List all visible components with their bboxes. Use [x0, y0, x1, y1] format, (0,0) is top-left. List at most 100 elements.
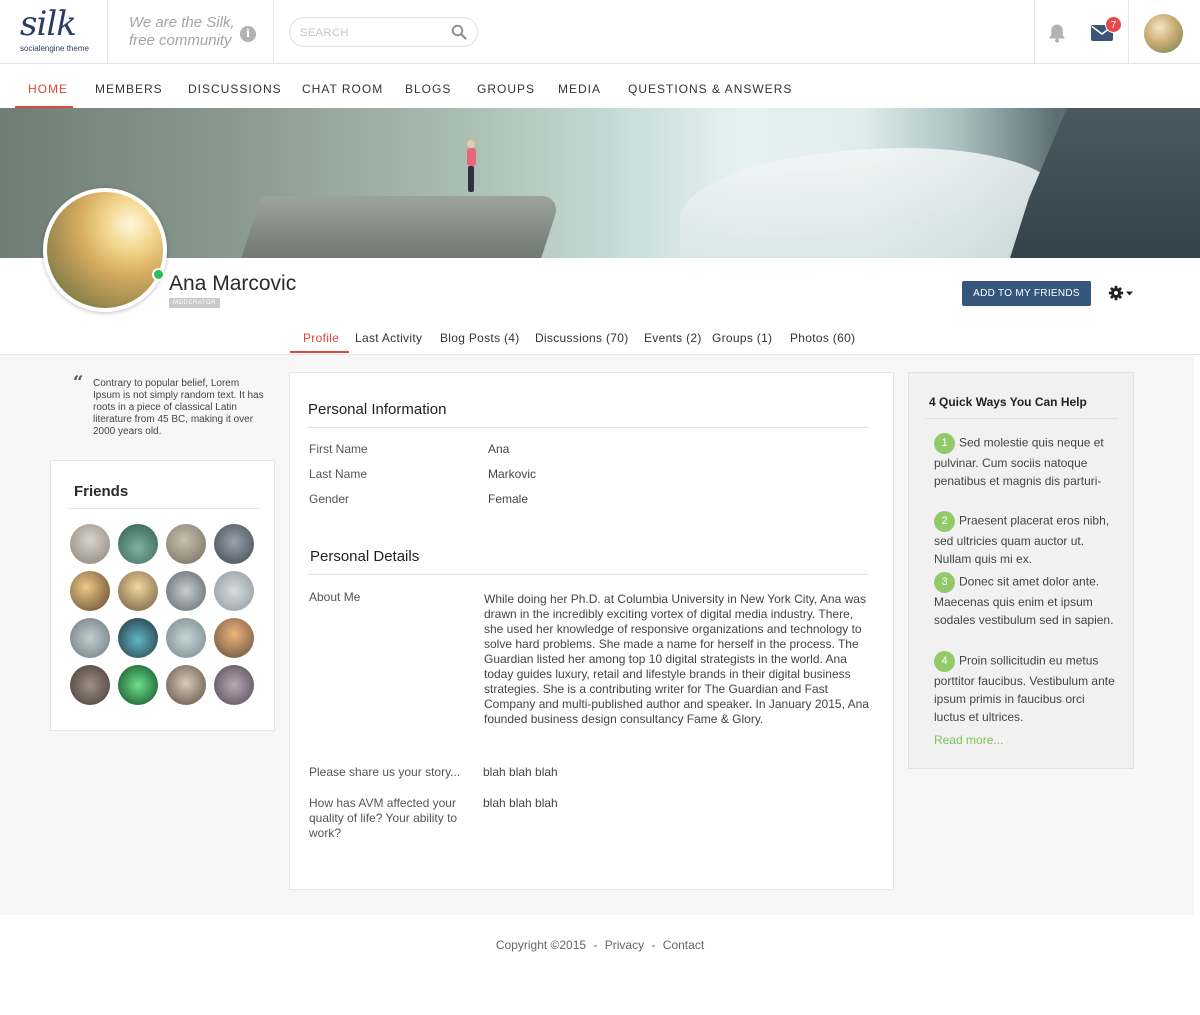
friend-avatar[interactable]	[166, 665, 206, 705]
nav-discussions[interactable]: DISCUSSIONS	[188, 82, 282, 96]
moderator-badge: MODERATOR	[169, 298, 220, 308]
gender-label: Gender	[309, 492, 350, 506]
tab-groups[interactable]: Groups (1)	[712, 331, 772, 345]
cover-person-torso	[467, 148, 476, 166]
footer-separator: -	[593, 938, 598, 952]
search-icon[interactable]	[451, 24, 467, 40]
search-input[interactable]	[300, 24, 445, 42]
profile-quote: Contrary to popular belief, Lorem Ipsum …	[93, 378, 264, 437]
mail-count-badge[interactable]: 7	[1105, 16, 1122, 33]
friend-avatar[interactable]	[214, 618, 254, 658]
help-item-text: Praesent placerat eros nibh, sed ultrici…	[934, 513, 1110, 566]
profile-name: Ana Marcovic	[169, 272, 297, 295]
avm-label: How has AVM affected your quality of lif…	[309, 796, 458, 840]
friend-avatar[interactable]	[118, 524, 158, 564]
friend-avatar[interactable]	[166, 618, 206, 658]
cover-person-legs	[468, 166, 474, 192]
info-icon[interactable]: i	[240, 26, 256, 42]
tab-profile[interactable]: Profile	[303, 331, 339, 345]
about-me-label: About Me	[309, 590, 361, 604]
tab-photos[interactable]: Photos (60)	[790, 331, 855, 345]
nav-home[interactable]: HOME	[28, 82, 68, 96]
friends-widget: Friends	[50, 460, 275, 731]
nav-groups[interactable]: GROUPS	[477, 82, 535, 96]
last-name-label: Last Name	[309, 467, 368, 481]
cover-mountain	[1010, 108, 1200, 258]
tab-discussions[interactable]: Discussions (70)	[535, 331, 629, 345]
top-header: silk socialengine theme We are the Silk,…	[0, 0, 1200, 64]
friend-avatar[interactable]	[118, 618, 158, 658]
nav-media[interactable]: MEDIA	[558, 82, 601, 96]
tab-blog-posts[interactable]: Blog Posts (4)	[440, 331, 520, 345]
main-navigation: HOME MEMBERS DISCUSSIONS CHAT ROOM BLOGS…	[0, 64, 1200, 108]
user-avatar[interactable]	[1144, 14, 1183, 53]
help-item: 4 Proin sollicitudin eu metus porttitor f…	[934, 651, 1119, 726]
add-friend-button[interactable]: ADD TO MY FRIENDS	[962, 281, 1091, 306]
privacy-link[interactable]: Privacy	[605, 938, 644, 952]
nav-questions-answers[interactable]: QUESTIONS & ANSWERS	[628, 82, 792, 96]
about-me-text: While doing her Ph.D. at Columbia Univer…	[484, 592, 869, 726]
cover-photo	[0, 108, 1200, 258]
friend-avatar[interactable]	[118, 665, 158, 705]
site-logo[interactable]: silk socialengine theme	[0, 0, 108, 64]
friends-title: Friends	[74, 483, 129, 500]
contact-link[interactable]: Contact	[663, 938, 704, 952]
footer-separator: -	[651, 938, 656, 952]
search-bar[interactable]	[289, 17, 478, 47]
copyright-text: Copyright ©2015	[495, 938, 587, 952]
friend-avatar[interactable]	[70, 571, 110, 611]
story-value: blah blah blah	[483, 765, 558, 779]
logo-wordmark: silk	[20, 4, 77, 44]
tab-last-activity[interactable]: Last Activity	[355, 331, 422, 345]
read-more-link[interactable]: Read more...	[934, 733, 1003, 747]
logo-subtitle: socialengine theme	[20, 44, 89, 53]
profile-tabs: Profile Last Activity Blog Posts (4) Dis…	[0, 322, 1200, 355]
last-name-value: Markovic	[488, 467, 537, 481]
tab-events[interactable]: Events (2)	[644, 331, 702, 345]
help-widget: 4 Quick Ways You Can Help 1 Sed molestie …	[908, 372, 1134, 769]
help-item: 3 Donec sit amet dolor ante. Maecenas qui…	[934, 572, 1119, 629]
nav-members[interactable]: MEMBERS	[95, 82, 163, 96]
friend-avatar[interactable]	[214, 524, 254, 564]
help-item-text: Donec sit amet dolor ante. Maecenas quis…	[934, 574, 1114, 627]
divider	[69, 508, 261, 509]
help-item: 2 Praesent placerat eros nibh, sed ultric…	[934, 511, 1119, 568]
friend-avatar[interactable]	[118, 571, 158, 611]
help-title: 4 Quick Ways You Can Help	[929, 395, 1087, 409]
header-divider	[1034, 0, 1035, 64]
bell-icon[interactable]	[1046, 22, 1068, 44]
gear-icon[interactable]	[1108, 284, 1136, 302]
friend-avatar[interactable]	[70, 618, 110, 658]
divider	[308, 574, 868, 575]
cover-cliff	[238, 196, 562, 258]
help-item: 1 Sed molestie quis neque et pulvinar. Cu…	[934, 433, 1119, 490]
personal-details-title: Personal Details	[310, 548, 420, 565]
site-tagline: We are the Silk, free community	[129, 14, 235, 49]
friend-avatar[interactable]	[166, 571, 206, 611]
help-item-number: 2	[934, 511, 955, 532]
friend-avatar[interactable]	[214, 665, 254, 705]
help-item-text: Sed molestie quis neque et pulvinar. Cum…	[934, 435, 1104, 488]
help-item-number: 4	[934, 651, 955, 672]
nav-blogs[interactable]: BLOGS	[405, 82, 451, 96]
cover-lake	[680, 148, 1060, 258]
nav-chat-room[interactable]: CHAT ROOM	[302, 82, 383, 96]
header-divider	[1128, 0, 1129, 64]
online-status-dot	[152, 268, 165, 281]
first-name-label: First Name	[309, 442, 368, 456]
first-name-value: Ana	[488, 442, 510, 456]
divider	[308, 427, 868, 428]
avm-value: blah blah blah	[483, 796, 558, 810]
friend-avatar[interactable]	[166, 524, 206, 564]
tab-active-indicator	[290, 351, 349, 353]
help-item-number: 1	[934, 433, 955, 454]
help-item-text: Proin sollicitudin eu metus porttitor fa…	[934, 653, 1115, 724]
help-item-number: 3	[934, 572, 955, 593]
friend-avatar[interactable]	[70, 524, 110, 564]
profile-avatar[interactable]	[43, 188, 167, 312]
header-divider	[273, 0, 274, 64]
cover-person-head	[467, 140, 475, 148]
story-label: Please share us your story...	[309, 765, 461, 779]
friend-avatar[interactable]	[214, 571, 254, 611]
friend-avatar[interactable]	[70, 665, 110, 705]
